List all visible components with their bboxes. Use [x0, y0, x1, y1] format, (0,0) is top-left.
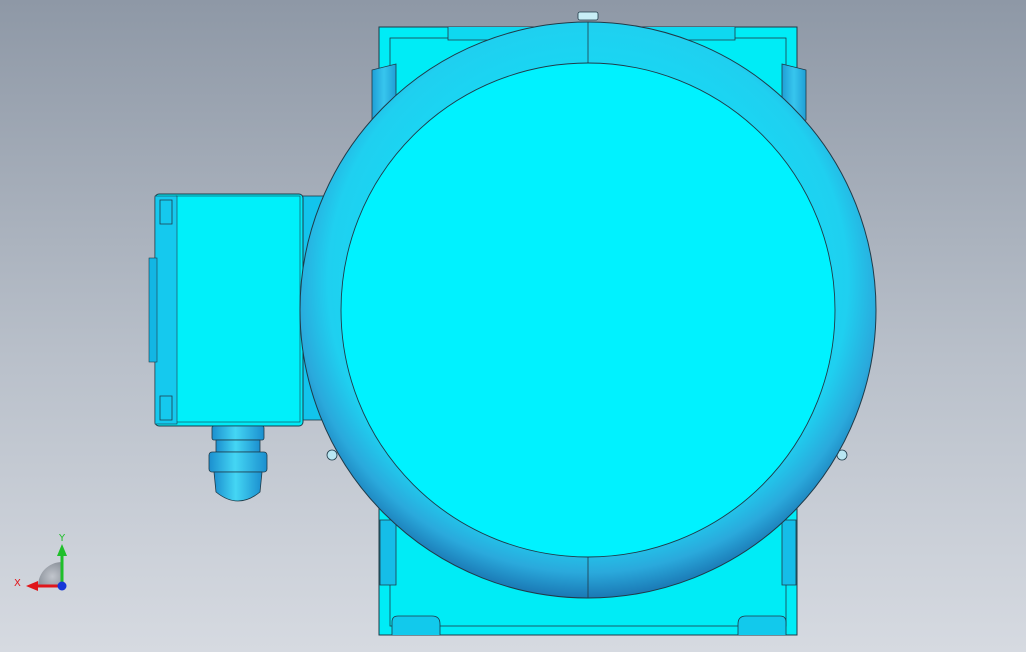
- y-axis-label: Y: [58, 533, 66, 544]
- motor-model[interactable]: [0, 0, 1026, 652]
- cable-gland: [208, 425, 268, 502]
- triad-shade: [38, 562, 62, 586]
- y-axis-arrowhead: [57, 544, 67, 556]
- z-axis-dot: [57, 581, 67, 591]
- fan-cover: [299, 21, 877, 599]
- graphics-viewport[interactable]: Y X: [0, 0, 1026, 652]
- x-axis-label: X: [14, 578, 21, 589]
- view-orientation-triad[interactable]: Y X: [10, 528, 80, 598]
- x-axis-arrowhead: [26, 581, 38, 591]
